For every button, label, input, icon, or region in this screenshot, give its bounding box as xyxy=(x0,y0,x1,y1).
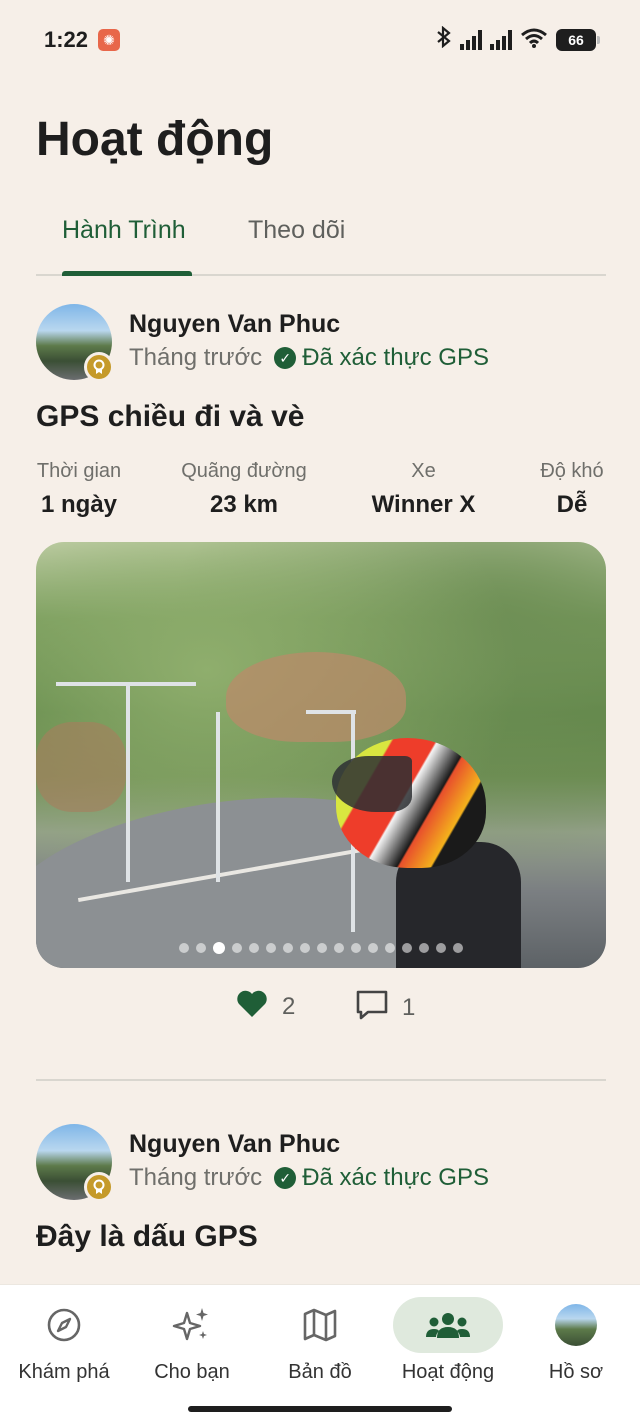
gps-verified-badge: ✓ Đã xác thực GPS xyxy=(274,1164,489,1192)
trip-stats: Thời gian 1 ngày Quãng đường 23 km Xe Wi… xyxy=(36,460,606,520)
tab-hanh-trinh[interactable]: Hành Trình xyxy=(62,216,186,245)
comment-count: 1 xyxy=(402,993,416,1021)
carousel-dot[interactable] xyxy=(385,943,395,953)
post-title[interactable]: GPS chiều đi và vè xyxy=(36,400,304,434)
like-count: 2 xyxy=(282,992,296,1020)
notification-icon: ✺ xyxy=(98,29,121,51)
nav-label: Bản đồ xyxy=(288,1361,352,1383)
carousel-dot[interactable] xyxy=(436,943,446,953)
tab-indicator xyxy=(62,271,192,276)
heart-icon xyxy=(236,990,268,1023)
stat-label: Quãng đường xyxy=(181,460,307,482)
nav-label: Hoạt động xyxy=(401,1361,495,1383)
group-icon xyxy=(393,1297,503,1353)
stat-distance: Quãng đường 23 km xyxy=(180,460,308,519)
status-time: 1:22 ✺ xyxy=(44,27,121,53)
stat-vehicle: Xe Winner X xyxy=(366,460,481,519)
post-title[interactable]: Đây là dấu GPS xyxy=(36,1220,258,1254)
stat-label: Độ khó xyxy=(540,460,604,482)
stat-difficulty: Độ khó Dễ xyxy=(538,460,606,519)
bluetooth-icon xyxy=(436,25,452,54)
carousel-dot[interactable] xyxy=(334,943,344,953)
nav-hoat-dong[interactable]: Hoạt động xyxy=(384,1297,512,1397)
photo-lamp-arm xyxy=(56,682,196,686)
clock: 1:22 xyxy=(44,27,89,52)
medal-badge-icon xyxy=(84,352,114,382)
carousel-dot[interactable] xyxy=(368,943,378,953)
nav-label: Hồ sơ xyxy=(548,1361,604,1383)
home-indicator[interactable] xyxy=(188,1406,452,1412)
status-icons: 66 xyxy=(436,25,600,54)
carousel-dots[interactable] xyxy=(36,942,606,954)
nav-ban-do[interactable]: Bản đồ xyxy=(256,1297,384,1397)
stat-value: 23 km xyxy=(209,491,279,518)
stat-value: Dễ xyxy=(556,491,588,518)
bottom-nav: Khám phá Cho bạn Bản đồ Hoạt động Hồ sơ xyxy=(0,1284,640,1424)
status-bar: 1:22 ✺ 66 xyxy=(0,0,640,80)
post-time: Tháng trước xyxy=(129,1164,263,1191)
verified-check-icon: ✓ xyxy=(274,347,297,369)
author-avatar[interactable] xyxy=(36,1124,114,1202)
verified-label: Đã xác thực GPS xyxy=(302,344,489,371)
carousel-dot[interactable] xyxy=(300,943,310,953)
like-button[interactable]: 2 xyxy=(236,990,295,1023)
carousel-dot[interactable] xyxy=(196,943,206,953)
avatar xyxy=(555,1304,597,1346)
photo-scenery xyxy=(226,652,406,742)
comment-icon xyxy=(356,990,388,1025)
tab-bar: Hành Trình Theo dõi xyxy=(36,200,606,276)
nav-label: Cho bạn xyxy=(154,1361,230,1383)
comment-button[interactable]: 1 xyxy=(356,990,415,1025)
post-meta: Tháng trước ✓ Đã xác thực GPS xyxy=(129,1164,489,1192)
signal-icon-2 xyxy=(490,30,512,50)
author-name[interactable]: Nguyen Van Phuc xyxy=(129,1130,340,1159)
photo-lamp xyxy=(216,712,220,882)
post-actions: 2 1 xyxy=(36,990,606,1030)
carousel-dot[interactable] xyxy=(351,943,361,953)
carousel-dot[interactable] xyxy=(179,943,189,953)
sparkles-icon xyxy=(137,1297,247,1353)
signal-icon xyxy=(460,30,482,50)
page-title: Hoạt động xyxy=(36,113,274,166)
post-time: Tháng trước xyxy=(129,344,263,371)
photo-lamp-arm xyxy=(306,710,356,714)
battery-icon: 66 xyxy=(556,29,600,51)
compass-icon xyxy=(9,1297,119,1353)
stat-label: Xe xyxy=(411,460,436,482)
carousel-dot[interactable] xyxy=(402,943,412,953)
stat-value: 1 ngày xyxy=(40,491,118,518)
stat-label: Thời gian xyxy=(36,460,122,482)
nav-label: Khám phá xyxy=(18,1361,110,1383)
carousel-dot[interactable] xyxy=(419,943,429,953)
wifi-icon xyxy=(520,27,548,54)
photo-lamp xyxy=(126,682,130,882)
carousel-dot[interactable] xyxy=(232,943,242,953)
trip-photo-carousel[interactable] xyxy=(36,542,606,968)
nav-kham-pha[interactable]: Khám phá xyxy=(0,1297,128,1397)
stat-duration: Thời gian 1 ngày xyxy=(36,460,122,519)
carousel-dot[interactable] xyxy=(213,942,225,954)
gps-verified-badge: ✓ Đã xác thực GPS xyxy=(274,344,489,372)
stat-value: Winner X xyxy=(371,491,476,518)
verified-label: Đã xác thực GPS xyxy=(302,1164,489,1191)
nav-cho-ban[interactable]: Cho bạn xyxy=(128,1297,256,1397)
photo-scenery-2 xyxy=(36,722,126,812)
carousel-dot[interactable] xyxy=(249,943,259,953)
profile-avatar xyxy=(521,1297,631,1353)
verified-check-icon: ✓ xyxy=(274,1167,297,1189)
author-avatar[interactable] xyxy=(36,304,114,382)
carousel-dot[interactable] xyxy=(283,943,293,953)
medal-badge-icon xyxy=(84,1172,114,1202)
post-divider xyxy=(36,1079,606,1081)
carousel-dot[interactable] xyxy=(317,943,327,953)
carousel-dot[interactable] xyxy=(266,943,276,953)
tab-theo-doi[interactable]: Theo dõi xyxy=(248,216,345,245)
nav-ho-so[interactable]: Hồ sơ xyxy=(512,1297,640,1397)
map-icon xyxy=(265,1297,375,1353)
author-name[interactable]: Nguyen Van Phuc xyxy=(129,310,340,339)
carousel-dot[interactable] xyxy=(453,943,463,953)
post-meta: Tháng trước ✓ Đã xác thực GPS xyxy=(129,344,489,372)
